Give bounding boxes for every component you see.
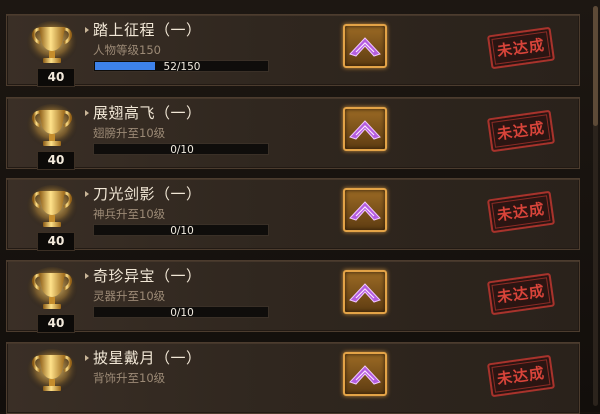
purple-wing-item-icon — [349, 283, 381, 303]
gold-trophy-icon — [27, 349, 77, 393]
progress-text: 0/10 — [170, 144, 194, 156]
scrollbar[interactable] — [593, 6, 598, 406]
scrollbar-thumb[interactable] — [593, 6, 598, 126]
achievement-title: 踏上征程（一） — [93, 21, 202, 39]
achievement-requirement: 翅膀升至10级 — [93, 126, 166, 140]
reward-item-slot[interactable] — [343, 24, 387, 68]
status-stamp: 未达成 — [486, 109, 556, 153]
reward-item-slot[interactable] — [343, 188, 387, 232]
status-stamp-text: 未达成 — [495, 281, 547, 307]
achievement-points-badge: 40 — [37, 314, 75, 333]
status-stamp-text: 未达成 — [495, 118, 547, 144]
achievement-row[interactable]: 40 刀光剑影（一） 神兵升至10级 0/10 未达成 — [6, 178, 580, 251]
progress-bar: 52/150 — [93, 60, 269, 73]
achievement-requirement: 背饰升至10级 — [93, 371, 166, 385]
reward-item-slot[interactable] — [343, 107, 387, 151]
achievement-row[interactable]: 披星戴月（一） 背饰升至10级 未达成 — [6, 342, 580, 414]
achievement-points-badge: 40 — [37, 68, 75, 87]
bullet-triangle-icon — [85, 355, 89, 361]
achievement-title: 刀光剑影（一） — [93, 185, 202, 203]
achievement-row[interactable]: 40 踏上征程（一） 人物等级150 52/150 未达成 — [6, 14, 580, 87]
achievement-requirement: 人物等级150 — [93, 43, 161, 57]
achievement-row[interactable]: 40 奇珍异宝（一） 灵器升至10级 0/10 未达成 — [6, 260, 580, 333]
bullet-triangle-icon — [85, 191, 89, 197]
bullet-triangle-icon — [85, 27, 89, 33]
reward-item-slot[interactable] — [343, 270, 387, 314]
progress-bar: 0/10 — [93, 224, 269, 237]
progress-text: 52/150 — [163, 61, 201, 73]
purple-wing-item-icon — [349, 120, 381, 140]
bullet-triangle-icon — [85, 110, 89, 116]
progress-bar: 0/10 — [93, 143, 269, 156]
reward-item-slot[interactable] — [343, 352, 387, 396]
achievement-requirement: 灵器升至10级 — [93, 289, 166, 303]
gold-trophy-icon — [27, 104, 77, 148]
status-stamp-text: 未达成 — [495, 35, 547, 61]
achievement-title: 展翅高飞（一） — [93, 104, 202, 122]
status-stamp-text: 未达成 — [495, 199, 547, 225]
achievement-title: 披星戴月（一） — [93, 349, 202, 367]
achievement-points-badge: 40 — [37, 151, 75, 170]
bullet-triangle-icon — [85, 273, 89, 279]
purple-wing-item-icon — [349, 365, 381, 385]
purple-wing-item-icon — [349, 37, 381, 57]
status-stamp: 未达成 — [486, 190, 556, 234]
achievement-points-badge: 40 — [37, 232, 75, 251]
progress-text: 0/10 — [170, 307, 194, 319]
achievement-requirement: 神兵升至10级 — [93, 207, 166, 221]
status-stamp: 未达成 — [486, 26, 556, 70]
purple-wing-item-icon — [349, 201, 381, 221]
progress-text: 0/10 — [170, 225, 194, 237]
gold-trophy-icon — [27, 21, 77, 65]
achievement-title: 奇珍异宝（一） — [93, 267, 202, 285]
status-stamp: 未达成 — [486, 354, 556, 398]
gold-trophy-icon — [27, 267, 77, 311]
achievement-row[interactable]: 40 展翅高飞（一） 翅膀升至10级 0/10 未达成 — [6, 97, 580, 170]
progress-bar: 0/10 — [93, 306, 269, 319]
gold-trophy-icon — [27, 185, 77, 229]
status-stamp-text: 未达成 — [495, 363, 547, 389]
status-stamp: 未达成 — [486, 272, 556, 316]
